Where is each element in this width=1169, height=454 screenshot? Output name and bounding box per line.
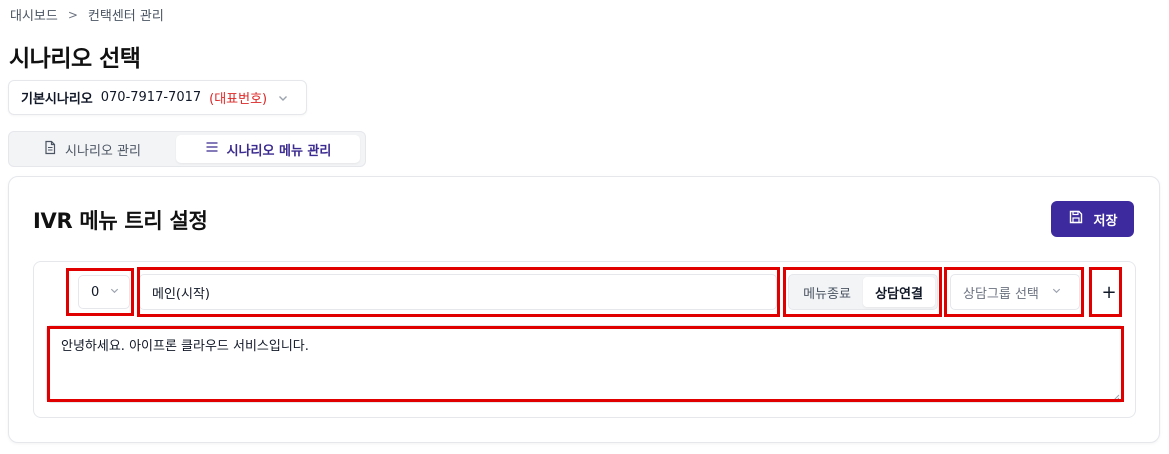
ivr-menu-card: IVR 메뉴 트리 설정 저장 0 메인(시작) 메뉴종료 상담연결 상담그룹 … bbox=[8, 176, 1160, 443]
chevron-down-icon bbox=[277, 92, 289, 104]
menu-list-icon bbox=[205, 141, 219, 157]
highlight-box bbox=[783, 267, 942, 317]
highlight-box bbox=[47, 326, 1124, 402]
document-icon bbox=[43, 140, 57, 159]
scenario-tag: (대표번호) bbox=[209, 92, 268, 107]
tab-label: 시나리오 관리 bbox=[65, 143, 141, 159]
tab-scenario-management[interactable]: 시나리오 관리 bbox=[12, 135, 172, 163]
highlight-box bbox=[944, 267, 1084, 317]
breadcrumb-item-contact-center[interactable]: 컨택센터 관리 bbox=[88, 5, 164, 24]
highlight-box bbox=[1089, 267, 1122, 317]
tab-bar: 시나리오 관리 시나리오 메뉴 관리 bbox=[8, 131, 366, 167]
breadcrumb-separator: > bbox=[67, 7, 78, 22]
scenario-name: 기본시나리오 bbox=[21, 92, 93, 107]
card-title: IVR 메뉴 트리 설정 bbox=[33, 209, 208, 233]
scenario-phone: 070-7917-7017 bbox=[100, 90, 202, 105]
tab-label: 시나리오 메뉴 관리 bbox=[226, 143, 332, 159]
highlight-box bbox=[66, 268, 134, 316]
menu-tree: 0 메인(시작) 메뉴종료 상담연결 상담그룹 선택 + 안녕하세요. 아이프론… bbox=[33, 261, 1136, 418]
highlight-box bbox=[137, 267, 780, 317]
save-label: 저장 bbox=[1093, 213, 1118, 229]
breadcrumb-item-dashboard[interactable]: 대시보드 bbox=[10, 5, 58, 24]
page-title: 시나리오 선택 bbox=[9, 46, 141, 72]
scenario-select[interactable]: 기본시나리오 070-7917-7017 (대표번호) bbox=[8, 80, 307, 115]
save-button[interactable]: 저장 bbox=[1051, 201, 1134, 237]
save-icon bbox=[1068, 209, 1084, 229]
breadcrumb: 대시보드 > 컨택센터 관리 bbox=[10, 5, 164, 25]
tab-scenario-menu-management[interactable]: 시나리오 메뉴 관리 bbox=[176, 135, 360, 163]
